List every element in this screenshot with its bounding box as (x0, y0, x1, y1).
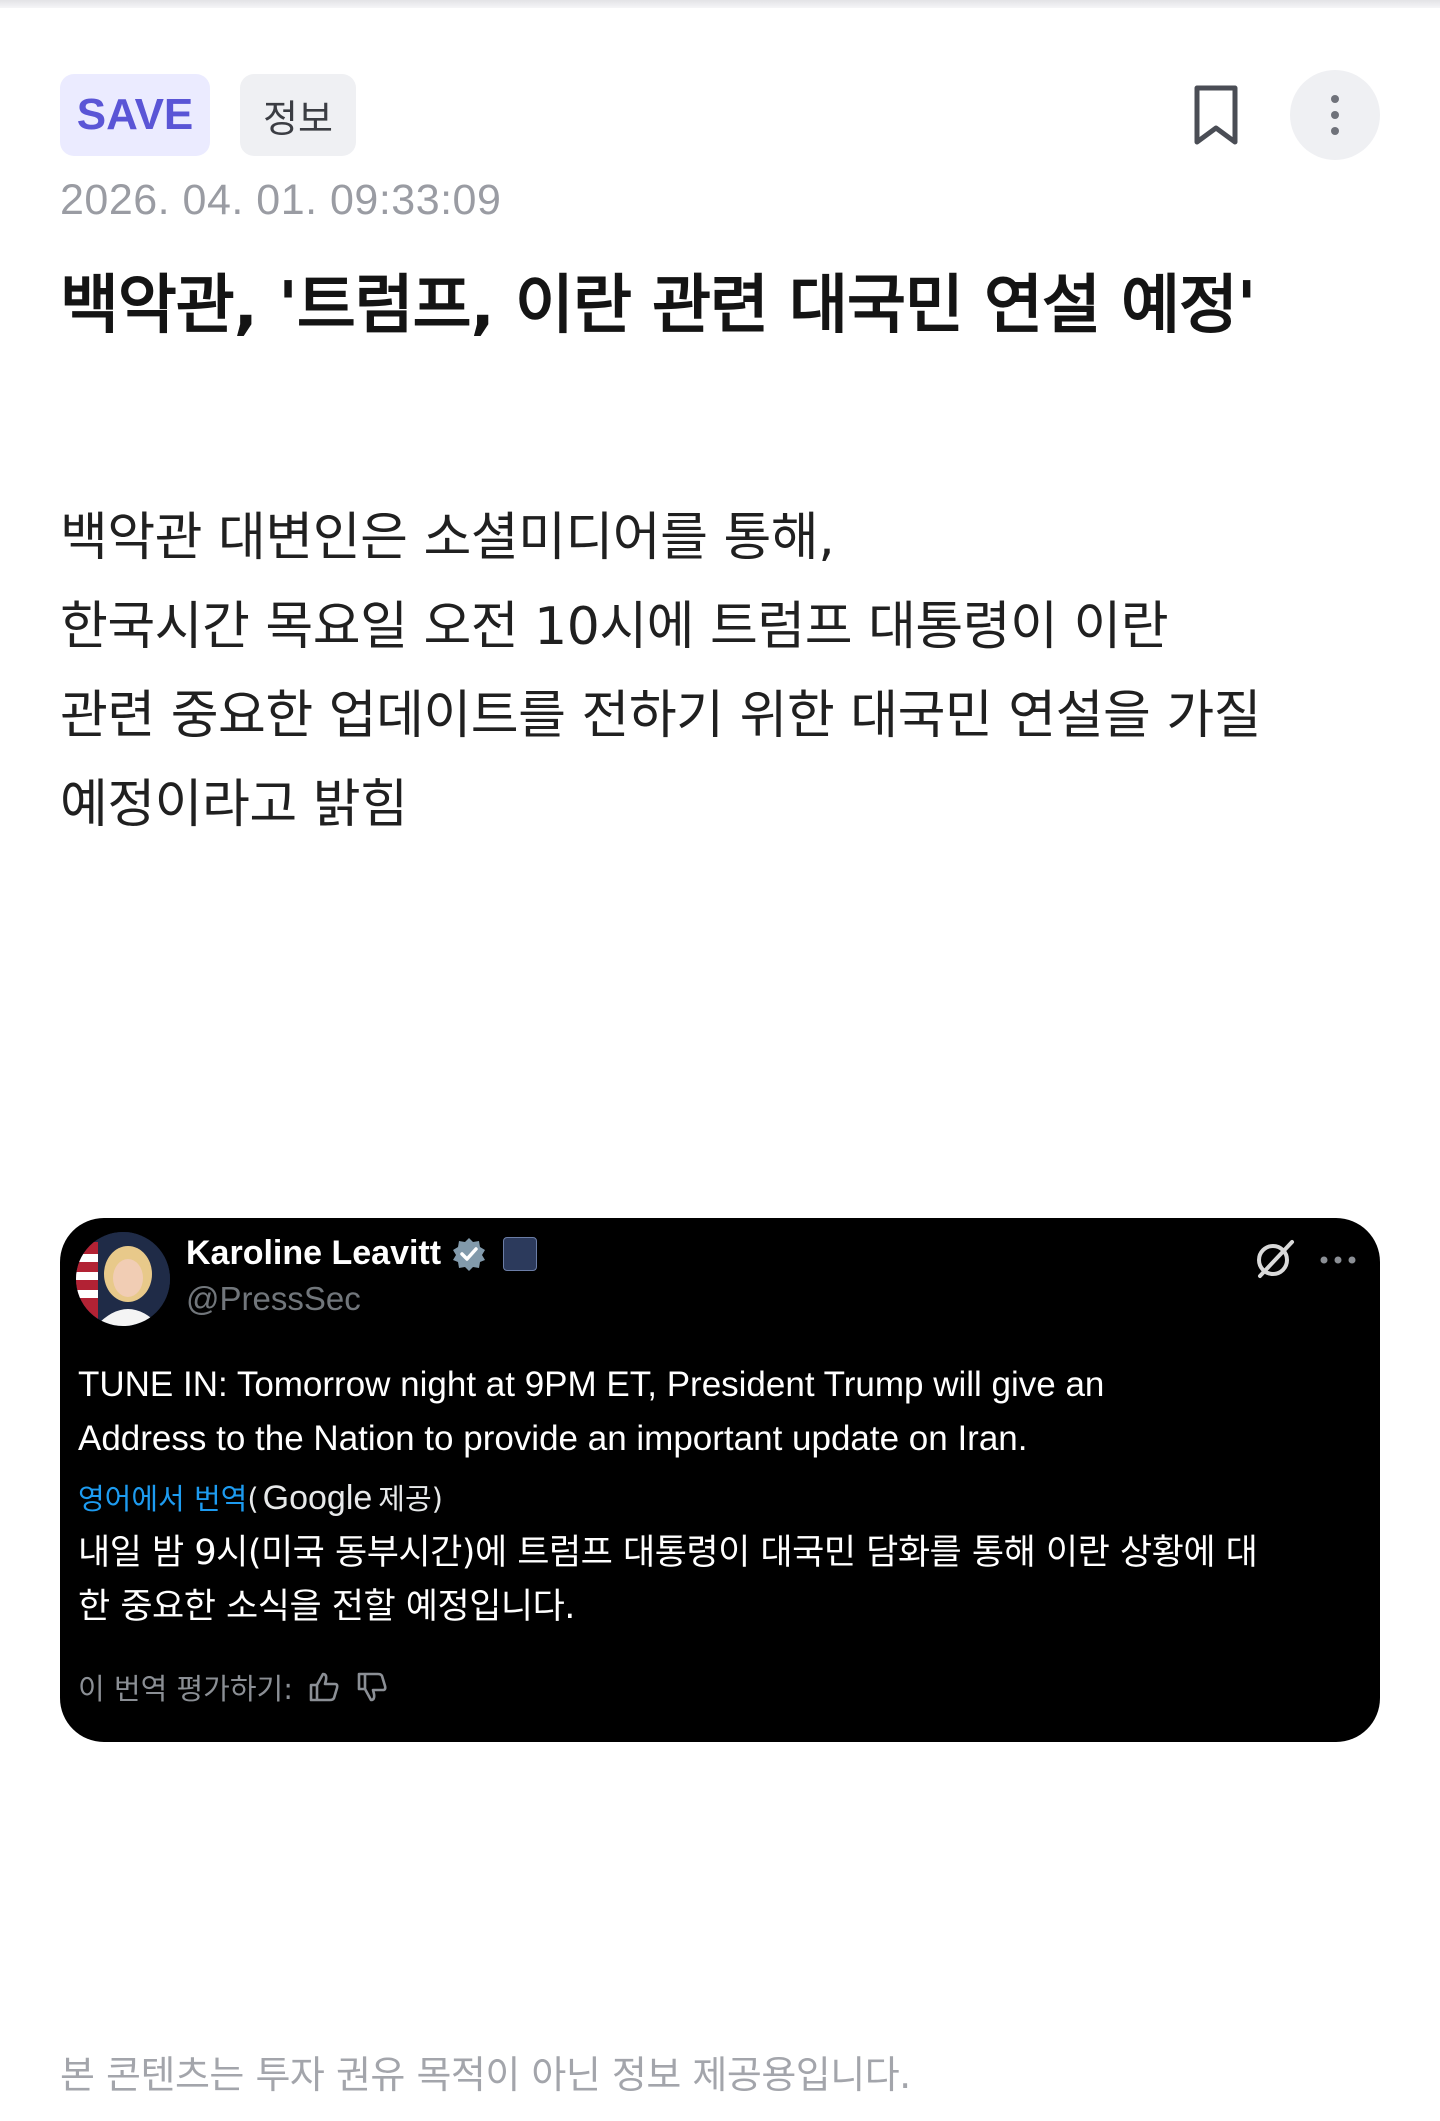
embedded-tweet-screenshot[interactable]: Karoline Leavitt @PressSec TUNE IN: Tomo… (60, 1218, 1380, 1742)
google-provider-label: Google (262, 1479, 373, 1517)
tweet-text-line: TUNE IN: Tomorrow night at 9PM ET, Presi… (78, 1365, 1105, 1404)
bookmark-button[interactable] (1180, 74, 1252, 156)
body-line: 백악관 대변인은 소셜미디어를 통해, (60, 508, 835, 568)
thumbs-up-icon[interactable] (307, 1670, 341, 1704)
tweet-text-line: Address to the Nation to provide an impo… (78, 1419, 1028, 1458)
category-tag[interactable]: 정보 (240, 74, 356, 156)
article-body: 백악관 대변인은 소셜미디어를 통해, 한국시간 목요일 오전 10시에 트럼프… (60, 494, 1390, 850)
bookmark-icon (1194, 85, 1238, 145)
translate-suffix: 제공) (378, 1482, 443, 1516)
translate-paren: ( (247, 1482, 259, 1516)
rate-translation-label: 이 번역 평가하기: (78, 1672, 293, 1706)
translated-text: 내일 밤 9시(미국 동부시간)에 트럼프 대통령이 대국민 담화를 통해 이란… (78, 1526, 1378, 1634)
translated-text-line: 내일 밤 9시(미국 동부시간)에 트럼프 대통령이 대국민 담화를 통해 이란… (78, 1533, 1258, 1573)
affiliation-badge-icon (503, 1236, 538, 1271)
top-divider (0, 0, 1440, 8)
verified-badge-icon (453, 1237, 486, 1271)
rate-translation-row: 이 번역 평가하기: (78, 1666, 389, 1708)
translated-text-line: 한 중요한 소식을 전할 예정입니다. (78, 1587, 575, 1627)
translate-link[interactable]: 영어에서 번역 (78, 1476, 247, 1518)
tweet-author-handle[interactable]: @PressSec (186, 1280, 361, 1318)
save-tag[interactable]: SAVE (60, 74, 210, 156)
tweet-text: TUNE IN: Tomorrow night at 9PM ET, Presi… (78, 1358, 1368, 1466)
more-options-button[interactable] (1290, 70, 1380, 160)
tag-row: SAVE 정보 (60, 74, 356, 156)
article-headline: 백악관, '트럼프, 이란 관련 대국민 연설 예정' (60, 269, 1256, 343)
more-vertical-icon (1331, 95, 1339, 135)
thumbs-down-icon[interactable] (355, 1670, 389, 1704)
more-horizontal-icon[interactable] (1316, 1240, 1360, 1280)
grok-icon[interactable] (1252, 1236, 1298, 1282)
disclaimer-text: 본 콘텐츠는 투자 권유 목적이 아닌 정보 제공용입니다. (60, 2053, 911, 2097)
avatar (76, 1232, 170, 1326)
article-timestamp: 2026. 04. 01. 09:33:09 (60, 176, 502, 224)
body-line: 관련 중요한 업데이트를 전하기 위한 대국민 연설을 가질 (60, 686, 1262, 746)
body-line: 예정이라고 밝힘 (60, 775, 408, 835)
tweet-author-name[interactable]: Karoline Leavitt (186, 1234, 538, 1273)
translation-attribution: 영어에서 번역 ( Google 제공) (78, 1476, 443, 1518)
author-name-text: Karoline Leavitt (186, 1234, 442, 1272)
body-line: 한국시간 목요일 오전 10시에 트럼프 대통령이 이란 (60, 597, 1169, 657)
